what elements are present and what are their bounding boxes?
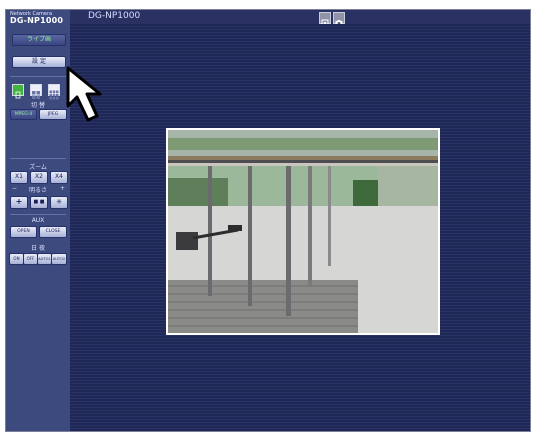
snapshot-camera-icon[interactable]	[333, 12, 345, 26]
page-title: DG-NP1000	[88, 11, 141, 21]
browser-window: Network Camera DG-NP1000 ライブ画 設 定 切 替 MP…	[5, 9, 531, 432]
mpeg4-button[interactable]: MPEG-4	[10, 109, 37, 120]
live-button[interactable]: ライブ画	[12, 34, 66, 46]
aux-label: AUX	[31, 217, 45, 224]
daynight-auto2-button[interactable]: AUTO2	[51, 253, 67, 265]
daynight-on-button[interactable]: ON	[9, 253, 24, 265]
setup-button[interactable]: 設 定	[12, 56, 66, 68]
brightness-row-label: − 明るさ +	[6, 185, 70, 194]
switch-label: 切 替	[31, 102, 45, 109]
control-sidebar: Network Camera DG-NP1000 ライブ画 設 定 切 替 MP…	[6, 10, 70, 431]
aux-open-button[interactable]: OPEN	[10, 226, 37, 238]
jpeg-button[interactable]: JPEG	[39, 109, 67, 120]
divider	[10, 214, 66, 215]
single-screen-button[interactable]	[12, 84, 24, 99]
daynight-off-button[interactable]: OFF	[23, 253, 38, 265]
camera-scene-image	[168, 130, 438, 333]
day-night-label: 日 夜	[31, 245, 45, 252]
multi-screen-icon[interactable]	[319, 12, 331, 27]
zoom-label: ズーム	[29, 164, 47, 171]
brightness-plus-label: +	[60, 185, 66, 192]
brightness-standard-button[interactable]: ■ ■	[30, 196, 48, 209]
zoom-x4-button[interactable]: X4	[50, 171, 68, 184]
divider	[10, 158, 66, 159]
brightness-brighter-button[interactable]: ✳	[50, 196, 68, 209]
brand-model: DG-NP1000	[10, 16, 64, 25]
arrow-cursor-icon	[66, 66, 102, 122]
nine-screen-icon	[49, 90, 59, 100]
daynight-auto1-button[interactable]: AUTO1	[37, 253, 52, 265]
zoom-x2-button[interactable]: X2	[30, 171, 48, 184]
single-screen-icon	[15, 91, 21, 99]
nine-screen-button[interactable]	[48, 84, 60, 100]
camera-live-image	[166, 128, 440, 335]
brightness-darker-button[interactable]: +	[10, 196, 28, 209]
divider	[10, 76, 66, 77]
aux-close-button[interactable]: CLOSE	[39, 226, 67, 238]
quad-screen-icon	[32, 91, 40, 99]
quad-screen-button[interactable]	[30, 84, 42, 99]
zoom-x1-button[interactable]: X1	[10, 171, 28, 184]
